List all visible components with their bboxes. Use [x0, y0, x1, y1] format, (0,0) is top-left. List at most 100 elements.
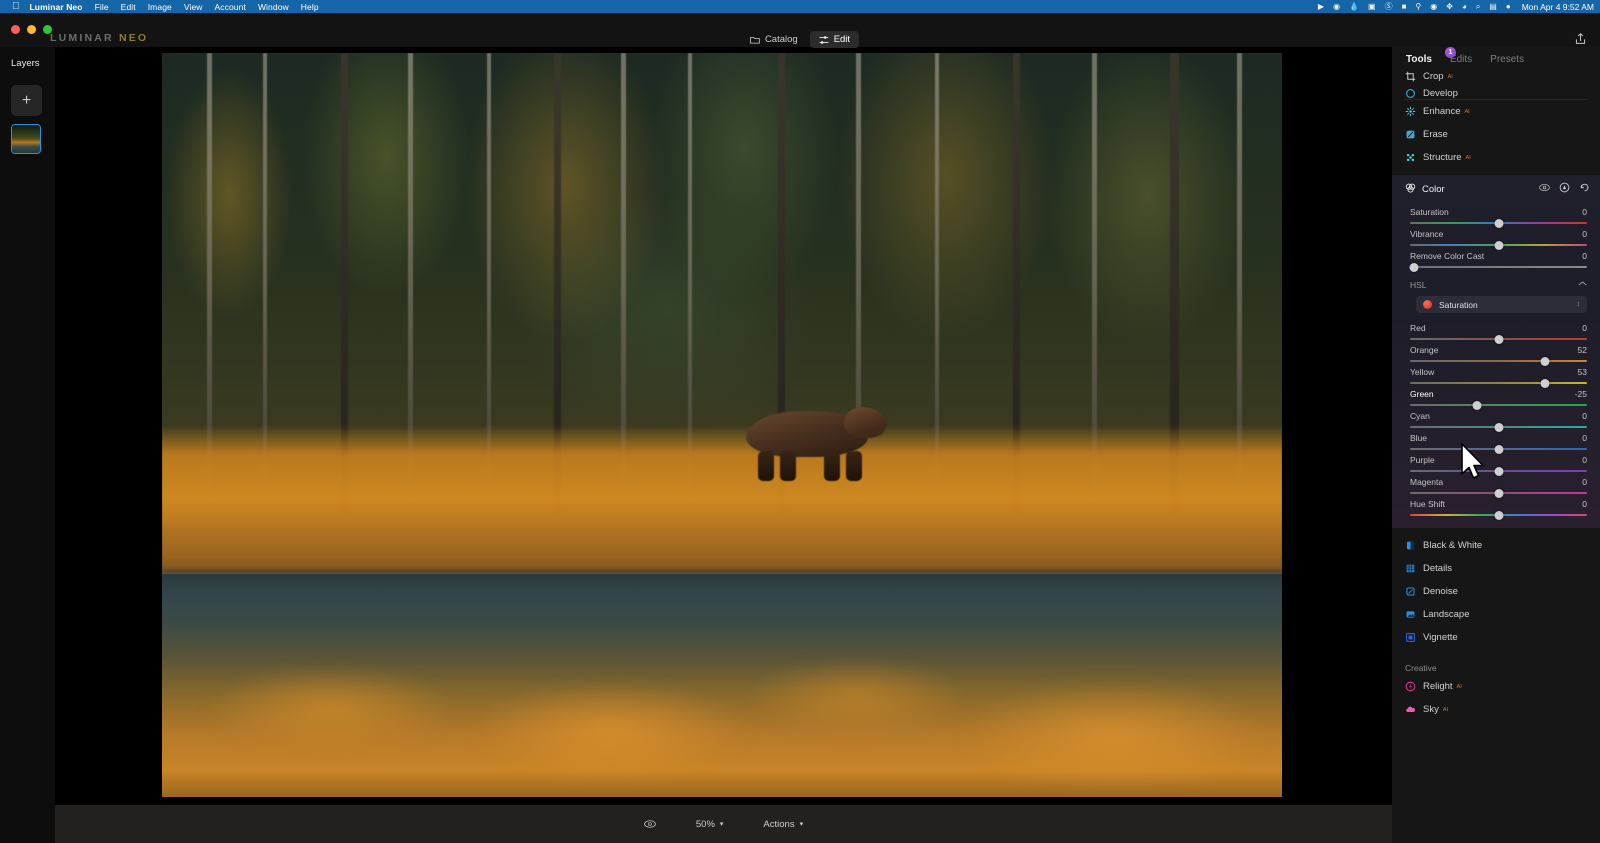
slider-label: Hue Shift — [1410, 499, 1445, 509]
slider-track[interactable] — [1410, 422, 1587, 432]
slider-knob[interactable] — [1494, 466, 1503, 476]
droplet-icon[interactable]: 💧 — [1349, 0, 1359, 13]
tool-crop[interactable]: Crop AI — [1392, 65, 1600, 88]
slider-knob[interactable] — [1494, 422, 1503, 432]
tool-develop-label: Develop — [1423, 88, 1458, 99]
cleanmymac-icon[interactable]: ◉ — [1333, 0, 1340, 13]
slider-label: Red — [1410, 323, 1426, 333]
tool-relight[interactable]: Relight AI — [1392, 675, 1600, 698]
layer-thumbnail[interactable] — [11, 124, 41, 154]
tool-enhance[interactable]: Enhance AI — [1392, 100, 1600, 123]
color-module-header[interactable]: Color — [1392, 175, 1600, 203]
menu-item-file[interactable]: File — [95, 2, 109, 12]
color-icon — [1405, 182, 1416, 196]
wifi-mesh-icon[interactable]: ⚲ — [1415, 0, 1421, 13]
tool-landscape[interactable]: Landscape — [1392, 603, 1600, 626]
tool-erase[interactable]: Erase — [1392, 123, 1600, 146]
slider-track[interactable] — [1410, 240, 1587, 250]
slider-track[interactable] — [1410, 334, 1587, 344]
slider-hsl-cyan[interactable]: Cyan 0 — [1392, 407, 1600, 432]
actions-dropdown[interactable]: Actions ▾ — [763, 819, 803, 830]
tab-tools[interactable]: Tools — [1406, 54, 1432, 65]
edited-photo[interactable] — [162, 53, 1282, 797]
slider-knob[interactable] — [1540, 378, 1550, 388]
slider-track[interactable] — [1410, 356, 1587, 366]
close-window-button[interactable] — [11, 25, 20, 34]
tool-denoise[interactable]: Denoise — [1392, 580, 1600, 603]
slider-track[interactable] — [1410, 218, 1587, 228]
slider-hsl-purple[interactable]: Purple 0 — [1392, 451, 1600, 476]
menu-item-account[interactable]: Account — [215, 2, 246, 12]
slider-knob[interactable] — [1540, 356, 1550, 366]
color-tool-module: Color Saturation 0 Vibrance 0 Remove Col… — [1392, 175, 1600, 528]
window-manager-icon[interactable]: ▣ — [1368, 0, 1376, 13]
slider-track[interactable] — [1410, 400, 1587, 410]
slider-knob[interactable] — [1494, 240, 1503, 250]
slider-hsl-green[interactable]: Green -25 — [1392, 385, 1600, 410]
slider-knob[interactable] — [1409, 262, 1419, 272]
menu-item-window[interactable]: Window — [258, 2, 289, 12]
slider-knob[interactable] — [1472, 400, 1482, 410]
slider-saturation[interactable]: Saturation 0 — [1392, 203, 1600, 228]
wifi-icon[interactable]: ◕ — [1462, 0, 1467, 13]
tab-catalog[interactable]: Catalog — [741, 31, 807, 48]
bluetooth-icon[interactable]: ✥ — [1446, 0, 1453, 13]
slider-track[interactable] — [1409, 262, 1587, 272]
hsl-mode-selector[interactable]: Saturation ↕ — [1416, 296, 1587, 313]
slider-knob[interactable] — [1494, 218, 1503, 228]
menu-bar-clock[interactable]: Mon Apr 4 9:52 AM — [1522, 2, 1594, 12]
slider-track[interactable] — [1410, 378, 1587, 388]
zoom-level-dropdown[interactable]: 50% ▾ — [696, 819, 724, 830]
slider-hsl-red[interactable]: Red 0 — [1392, 319, 1600, 344]
slider-hsl-orange[interactable]: Orange 52 — [1392, 341, 1600, 366]
slider-knob[interactable] — [1494, 444, 1503, 454]
screen-record-icon[interactable]: ▶︎ — [1318, 0, 1324, 13]
control-center-icon[interactable]: ▤ — [1489, 0, 1497, 13]
slider-hsl-yellow[interactable]: Yellow 53 — [1392, 363, 1600, 388]
tool-black-and-white[interactable]: Black & White — [1392, 534, 1600, 557]
time-machine-icon[interactable]: ◉ — [1430, 0, 1437, 13]
eye-icon[interactable] — [1539, 182, 1550, 196]
compare-button[interactable] — [644, 818, 656, 830]
slider-knob[interactable] — [1494, 510, 1503, 520]
menu-item-help[interactable]: Help — [301, 2, 319, 12]
battery-icon[interactable]: ■ — [1402, 0, 1407, 13]
tab-presets[interactable]: Presets — [1490, 54, 1524, 65]
apple-icon[interactable]:  — [12, 0, 20, 13]
reset-icon[interactable] — [1579, 182, 1590, 196]
search-icon[interactable]: ⌕ — [1476, 0, 1480, 13]
sound-icon[interactable]: Ⓢ — [1385, 0, 1393, 13]
ai-badge: AI — [1447, 73, 1453, 80]
menu-item-edit[interactable]: Edit — [121, 2, 136, 12]
siri-icon[interactable]: ● — [1506, 0, 1511, 13]
slider-track[interactable] — [1410, 510, 1587, 520]
slider-track[interactable] — [1410, 444, 1587, 454]
tool-structure[interactable]: Structure AI — [1392, 146, 1600, 169]
menu-item-image[interactable]: Image — [148, 2, 172, 12]
mask-icon[interactable] — [1559, 182, 1570, 196]
slider-hue-shift[interactable]: Hue Shift 0 — [1392, 495, 1600, 528]
tab-edit[interactable]: Edit — [809, 31, 860, 48]
slider-track[interactable] — [1410, 488, 1587, 498]
chevron-updown-icon[interactable]: ↕ — [1577, 301, 1581, 308]
hsl-section-header[interactable]: HSL — [1392, 269, 1600, 292]
slider-remove-color-cast[interactable]: Remove Color Cast 0 — [1392, 247, 1600, 272]
chevron-up-icon[interactable] — [1578, 279, 1587, 290]
slider-hsl-magenta[interactable]: Magenta 0 — [1392, 473, 1600, 498]
chevron-down-icon: ▾ — [799, 821, 804, 828]
vignette-icon — [1405, 632, 1416, 643]
slider-knob[interactable] — [1494, 488, 1503, 498]
tool-develop[interactable]: Develop — [1392, 88, 1600, 99]
share-icon[interactable] — [1574, 32, 1587, 50]
tool-details[interactable]: Details — [1392, 557, 1600, 580]
menu-item-view[interactable]: View — [184, 2, 203, 12]
slider-knob[interactable] — [1494, 334, 1503, 344]
slider-track[interactable] — [1410, 466, 1587, 476]
slider-hsl-blue[interactable]: Blue 0 — [1392, 429, 1600, 454]
slider-vibrance[interactable]: Vibrance 0 — [1392, 225, 1600, 250]
add-layer-button[interactable]: + — [11, 85, 42, 116]
minimize-window-button[interactable] — [27, 25, 36, 34]
tool-vignette[interactable]: Vignette — [1392, 626, 1600, 649]
menu-item-luminar-neo[interactable]: Luminar Neo — [30, 2, 83, 12]
tool-sky[interactable]: Sky AI — [1392, 698, 1600, 721]
